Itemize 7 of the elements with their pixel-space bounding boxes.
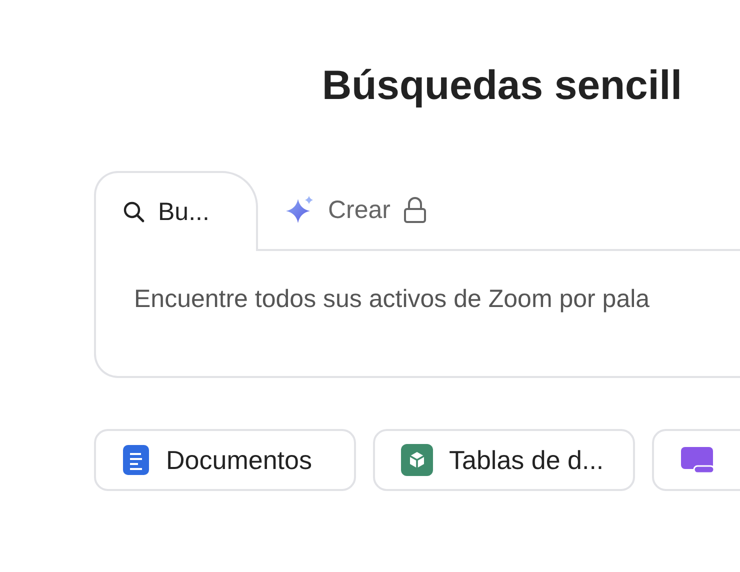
category-chip[interactable]: Tablas de d...: [373, 429, 635, 491]
search-icon: [122, 200, 146, 224]
page-heading: Búsquedas sencill: [322, 61, 684, 109]
tab[interactable]: Bu...: [94, 171, 258, 251]
category-chip[interactable]: Documentos: [94, 429, 356, 491]
tab[interactable]: Crear: [258, 171, 441, 251]
description-text: Encuentre todos sus activos de Zoom por pala: [133, 284, 651, 314]
